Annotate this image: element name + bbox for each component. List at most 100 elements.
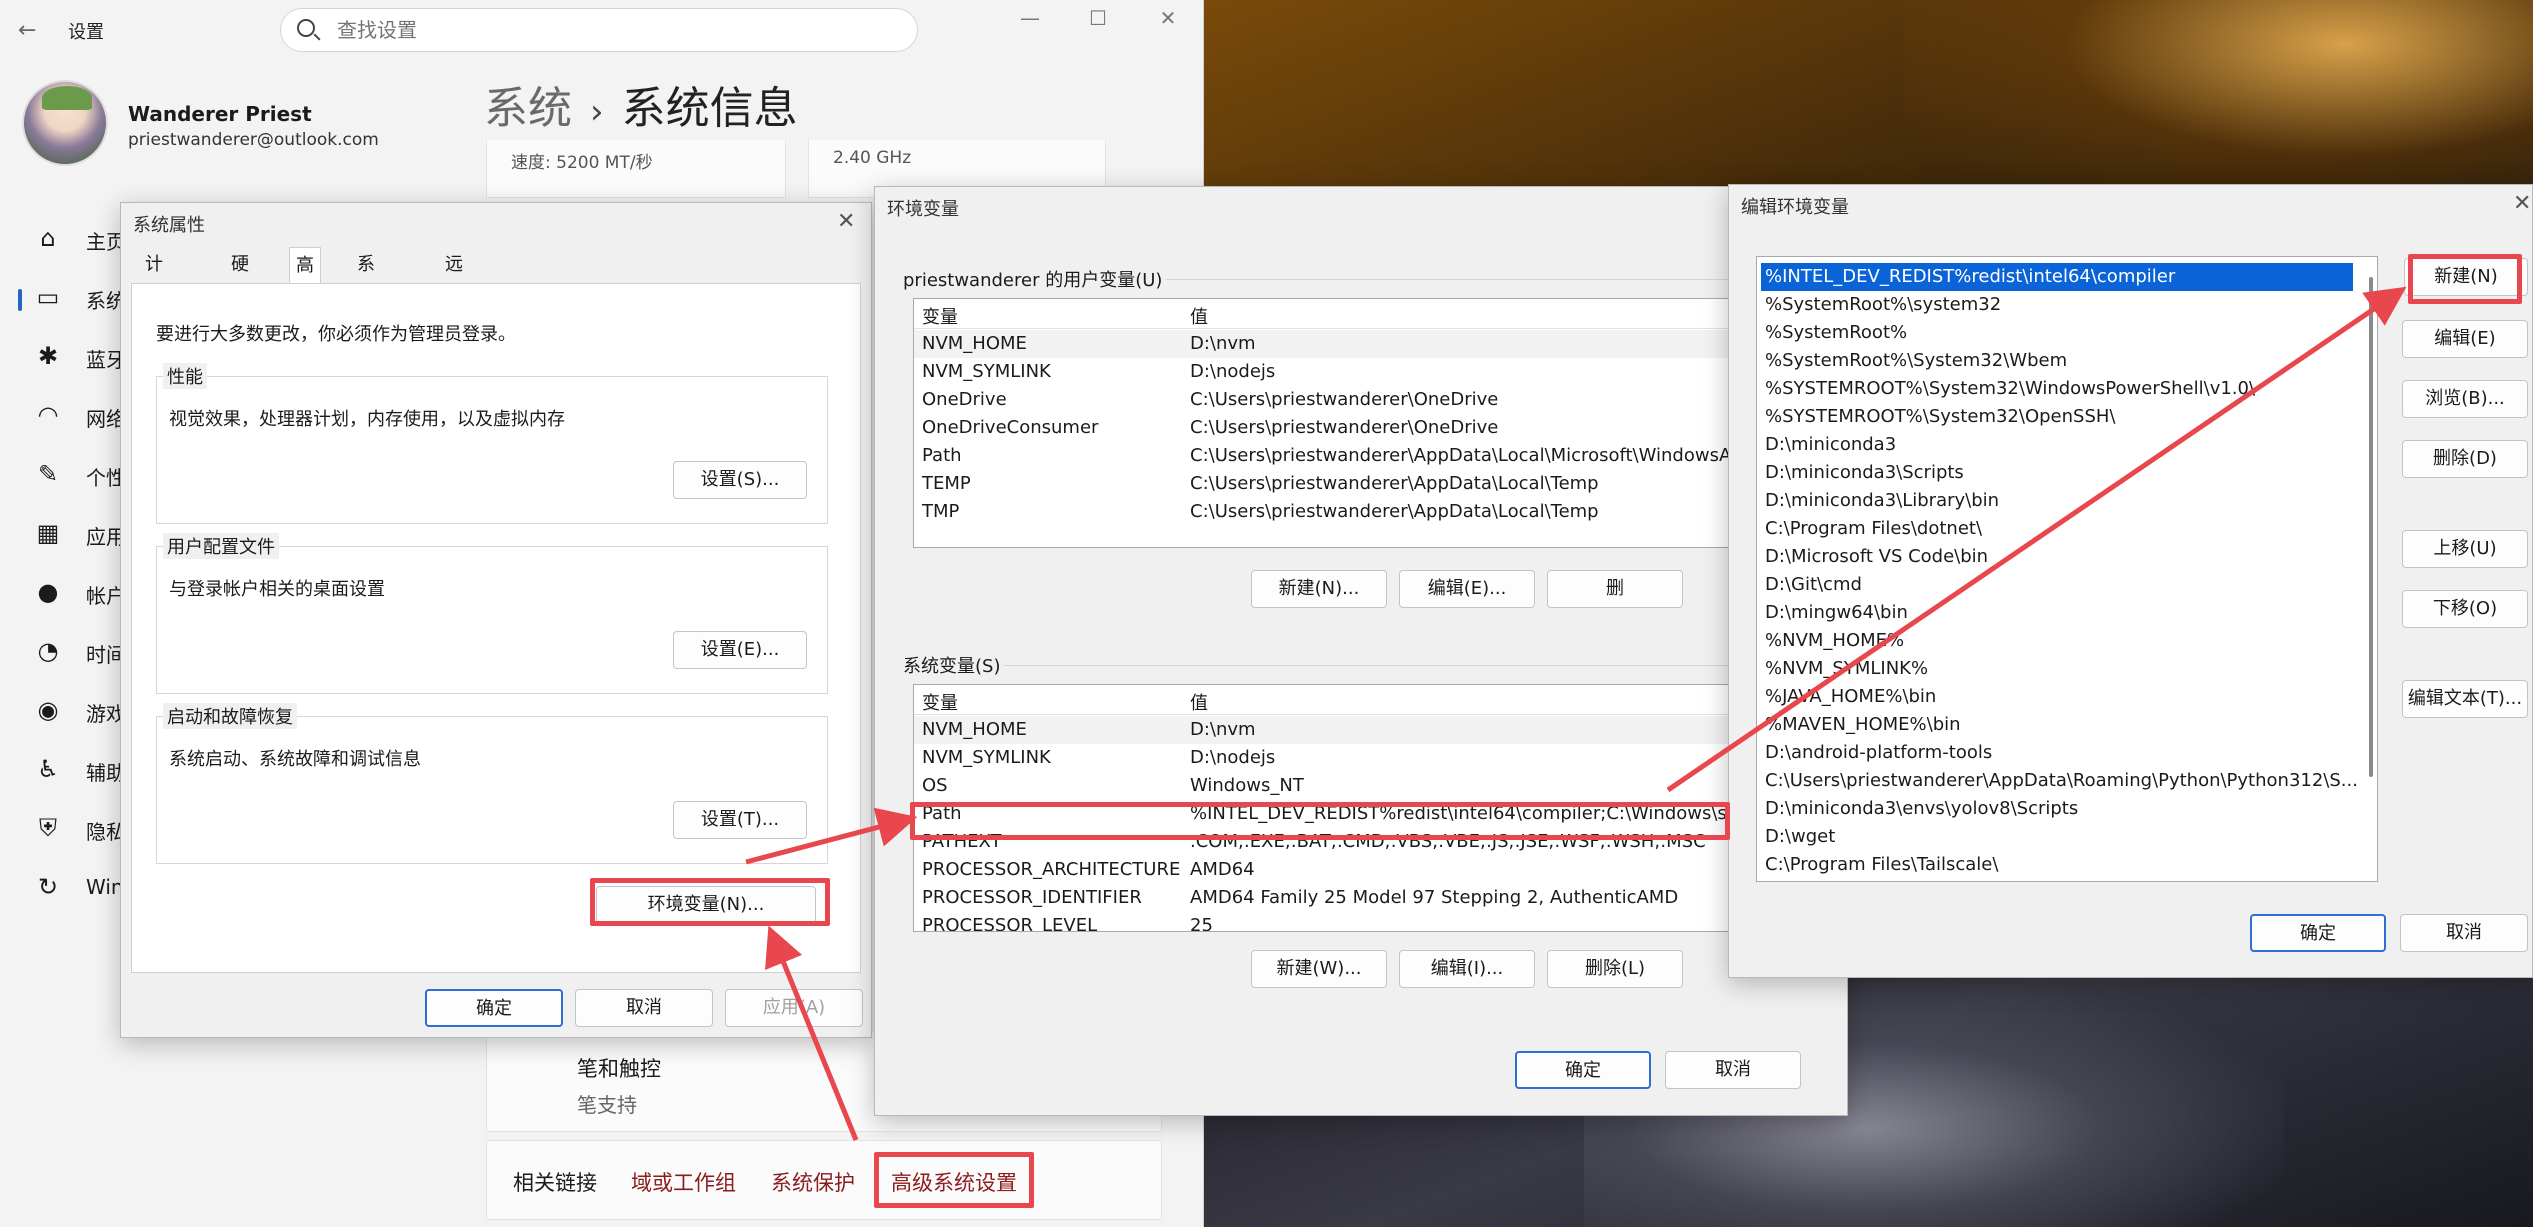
- table-row[interactable]: PROCESSOR_IDENTIFIER AMD64 Family 25 Mode…: [914, 884, 1812, 912]
- table-row[interactable]: Path C:\Users\priestwanderer\AppData\Loca…: [914, 442, 1812, 470]
- list-item[interactable]: %SystemRoot%\System32\Wbem: [1761, 347, 2353, 375]
- column-variable[interactable]: 变量: [922, 689, 958, 715]
- list-item[interactable]: D:\miniconda3\Library\bin: [1761, 487, 2353, 515]
- close-icon[interactable]: ✕: [1148, 6, 1188, 30]
- system-new-button[interactable]: 新建(W)...: [1251, 950, 1387, 988]
- variable-value: D:\nvm: [1190, 719, 1256, 740]
- column-value[interactable]: 值: [1190, 689, 1208, 715]
- variable-value: AMD64: [1190, 859, 1255, 880]
- user-profiles-settings-button[interactable]: 设置(E)...: [673, 631, 807, 669]
- variable-name: NVM_HOME: [922, 333, 1027, 354]
- tab-remote[interactable]: 远程: [439, 247, 469, 311]
- maximize-icon[interactable]: ☐: [1078, 6, 1118, 30]
- cancel-button[interactable]: 取消: [575, 989, 713, 1027]
- table-row[interactable]: OneDriveConsumer C:\Users\priestwanderer\…: [914, 414, 1812, 442]
- system-delete-button[interactable]: 删除(L): [1547, 950, 1683, 988]
- move-up-button[interactable]: 上移(U): [2402, 530, 2528, 568]
- table-row[interactable]: NVM_SYMLINK D:\nodejs: [914, 358, 1812, 386]
- time-icon: ◔: [37, 637, 59, 665]
- cancel-button[interactable]: 取消: [2400, 914, 2528, 952]
- startup-recovery-settings-button[interactable]: 设置(T)...: [673, 801, 807, 839]
- user-delete-button[interactable]: 删: [1547, 570, 1683, 608]
- breadcrumb-parent[interactable]: 系统: [484, 83, 572, 134]
- table-row[interactable]: OS Windows_NT: [914, 772, 1812, 800]
- path-entries-list[interactable]: %INTEL_DEV_REDIST%redist\intel64\compile…: [1756, 256, 2378, 882]
- variable-name: Path: [922, 803, 962, 824]
- list-item[interactable]: D:\Microsoft VS Code\bin: [1761, 543, 2353, 571]
- ok-button[interactable]: 确定: [1515, 1051, 1651, 1089]
- link-advanced-system-settings[interactable]: 高级系统设置: [891, 1167, 1017, 1197]
- tab-hardware[interactable]: 硬件: [225, 247, 255, 311]
- scrollbar[interactable]: [2369, 277, 2373, 777]
- apply-button[interactable]: 应用(A): [725, 989, 863, 1027]
- ok-button[interactable]: 确定: [425, 989, 563, 1027]
- cpu-speed: 2.40 GHz: [833, 148, 912, 168]
- new-entry-button[interactable]: 新建(N): [2404, 258, 2528, 296]
- settings-search-box[interactable]: [280, 8, 918, 52]
- variable-name: OneDrive: [922, 389, 1007, 410]
- table-row[interactable]: NVM_HOME D:\nvm: [914, 716, 1812, 744]
- list-item[interactable]: C:\Program Files\Tailscale\: [1761, 851, 2353, 879]
- table-row[interactable]: Path %INTEL_DEV_REDIST%redist\intel64\com…: [914, 800, 1812, 828]
- variable-name: NVM_HOME: [922, 719, 1027, 740]
- system-variables-legend: 系统变量(S): [899, 652, 1005, 678]
- list-item[interactable]: %INTEL_DEV_REDIST%redist\intel64\compile…: [1761, 263, 2353, 291]
- list-item[interactable]: D:\android-platform-tools: [1761, 739, 2353, 767]
- column-variable[interactable]: 变量: [922, 303, 958, 329]
- list-item[interactable]: D:\wget: [1761, 823, 2353, 851]
- table-row[interactable]: NVM_SYMLINK D:\nodejs: [914, 744, 1812, 772]
- table-row[interactable]: PROCESSOR_LEVEL 25: [914, 912, 1812, 932]
- list-item[interactable]: %SYSTEMROOT%\System32\WindowsPowerShell\…: [1761, 375, 2353, 403]
- list-item[interactable]: D:\miniconda3\Scripts: [1761, 459, 2353, 487]
- table-row[interactable]: PROCESSOR_ARCHITECTURE AMD64: [914, 856, 1812, 884]
- user-profiles-desc: 与登录帐户相关的桌面设置: [169, 579, 385, 600]
- edit-entry-button[interactable]: 编辑(E): [2402, 320, 2528, 358]
- tab-computer-name[interactable]: 计算机名: [139, 247, 169, 383]
- search-input[interactable]: [337, 15, 897, 45]
- avatar[interactable]: [22, 80, 108, 166]
- minimize-icon[interactable]: —: [1010, 6, 1050, 30]
- environment-variables-button[interactable]: 环境变量(N)...: [596, 886, 816, 924]
- cancel-button[interactable]: 取消: [1665, 1051, 1801, 1089]
- close-icon[interactable]: ✕: [2513, 191, 2531, 216]
- tab-advanced[interactable]: 高级: [289, 247, 321, 312]
- list-item[interactable]: %SystemRoot%: [1761, 319, 2353, 347]
- column-value[interactable]: 值: [1190, 303, 1208, 329]
- list-item[interactable]: D:\miniconda3: [1761, 431, 2353, 459]
- user-edit-button[interactable]: 编辑(E)...: [1399, 570, 1535, 608]
- user-variables-list[interactable]: 变量 值 NVM_HOME D:\nvm NVM_SYMLINK D:\nodejs O…: [913, 298, 1813, 548]
- list-item[interactable]: D:\miniconda3\envs\yolov8\Scripts: [1761, 795, 2353, 823]
- list-item[interactable]: D:\Git\cmd: [1761, 571, 2353, 599]
- close-icon[interactable]: ✕: [837, 209, 855, 234]
- link-domain-workgroup[interactable]: 域或工作组: [631, 1167, 736, 1197]
- list-item[interactable]: %SYSTEMROOT%\System32\OpenSSH\: [1761, 403, 2353, 431]
- list-item[interactable]: %MAVEN_HOME%\bin: [1761, 711, 2353, 739]
- user-new-button[interactable]: 新建(N)...: [1251, 570, 1387, 608]
- tab-system-protection[interactable]: 系统保护: [351, 247, 381, 383]
- variable-name: PROCESSOR_LEVEL: [922, 915, 1098, 932]
- delete-entry-button[interactable]: 删除(D): [2402, 440, 2528, 478]
- list-item[interactable]: %SystemRoot%\system32: [1761, 291, 2353, 319]
- list-item[interactable]: C:\Program Files\dotnet\: [1761, 515, 2353, 543]
- list-item[interactable]: %JAVA_HOME%\bin: [1761, 683, 2353, 711]
- table-row[interactable]: NVM_HOME D:\nvm: [914, 330, 1812, 358]
- list-item[interactable]: %NVM_SYMLINK%: [1761, 655, 2353, 683]
- browse-button[interactable]: 浏览(B)...: [2402, 380, 2528, 418]
- table-row[interactable]: OneDrive C:\Users\priestwanderer\OneDrive: [914, 386, 1812, 414]
- table-row[interactable]: PATHEXT .COM;.EXE;.BAT;.CMD;.VBS;.VBE;.JS…: [914, 828, 1812, 856]
- system-variables-list[interactable]: 变量 值 NVM_HOME D:\nvm NVM_SYMLINK D:\nodejs O…: [913, 684, 1813, 932]
- move-down-button[interactable]: 下移(O): [2402, 590, 2528, 628]
- variable-value: C:\Users\priestwanderer\AppData\Local\Te…: [1190, 501, 1599, 522]
- table-row[interactable]: TMP C:\Users\priestwanderer\AppData\Local…: [914, 498, 1812, 526]
- list-item[interactable]: %NVM_HOME%: [1761, 627, 2353, 655]
- ok-button[interactable]: 确定: [2250, 914, 2386, 952]
- performance-settings-button[interactable]: 设置(S)...: [673, 461, 807, 499]
- link-system-protection[interactable]: 系统保护: [771, 1167, 855, 1197]
- list-item[interactable]: C:\Users\priestwanderer\AppData\Roaming\…: [1761, 767, 2358, 795]
- list-item[interactable]: D:\mingw64\bin: [1761, 599, 2353, 627]
- table-row[interactable]: TEMP C:\Users\priestwanderer\AppData\Loca…: [914, 470, 1812, 498]
- edit-text-button[interactable]: 编辑文本(T)...: [2402, 680, 2528, 718]
- memory-speed: 速度: 5200 MT/秒: [511, 153, 653, 173]
- system-edit-button[interactable]: 编辑(I)...: [1399, 950, 1535, 988]
- back-arrow-icon[interactable]: ←: [18, 18, 36, 43]
